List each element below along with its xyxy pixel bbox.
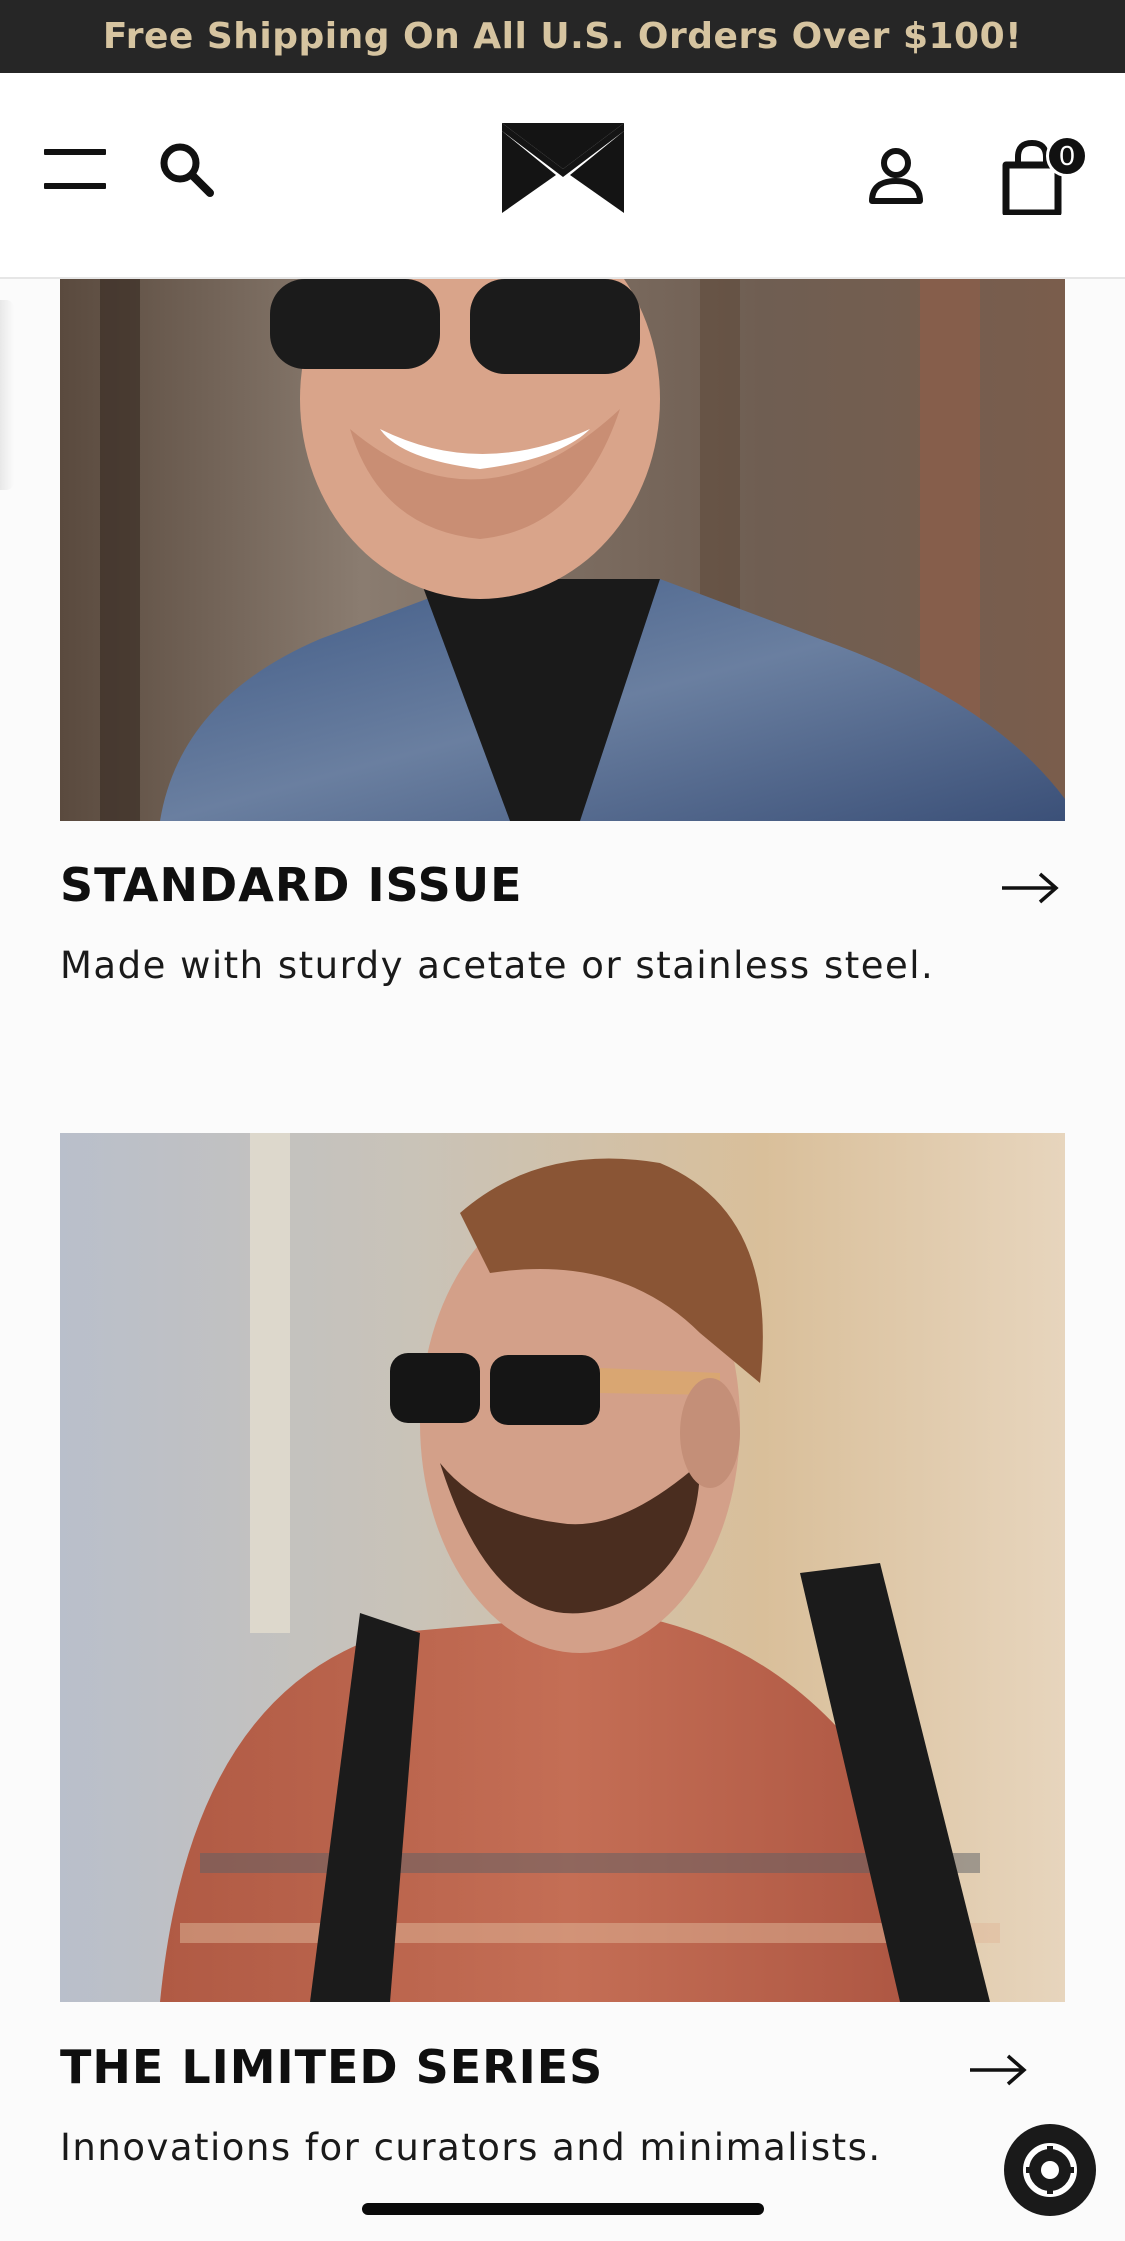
site-header: 0 [0, 73, 1125, 279]
cart-count-badge: 0 [1046, 135, 1088, 177]
collection-description: Innovations for curators and minimalists… [60, 2126, 882, 2169]
brand-logo[interactable] [502, 123, 624, 213]
arrow-right-icon[interactable] [1000, 870, 1060, 906]
arrow-right-icon[interactable] [968, 2052, 1028, 2088]
search-icon[interactable] [156, 139, 216, 199]
limited-series-image[interactable] [60, 1133, 1065, 2002]
home-indicator[interactable] [362, 2203, 764, 2215]
hamburger-menu-icon[interactable] [44, 149, 106, 189]
chat-support-icon[interactable] [1004, 2124, 1096, 2216]
collection-description: Made with sturdy acetate or stainless st… [60, 944, 935, 987]
collection-title[interactable]: STANDARD ISSUE [60, 858, 523, 912]
side-drawer-tab[interactable] [0, 300, 14, 490]
collection-title[interactable]: THE LIMITED SERIES [60, 2040, 603, 2094]
promo-text: Free Shipping On All U.S. Orders Over $1… [102, 16, 1023, 57]
standard-issue-image[interactable] [60, 279, 1065, 821]
account-icon[interactable] [868, 147, 924, 205]
promo-banner[interactable]: Free Shipping On All U.S. Orders Over $1… [0, 0, 1125, 73]
shopping-bag-icon[interactable]: 0 [1000, 135, 1088, 215]
